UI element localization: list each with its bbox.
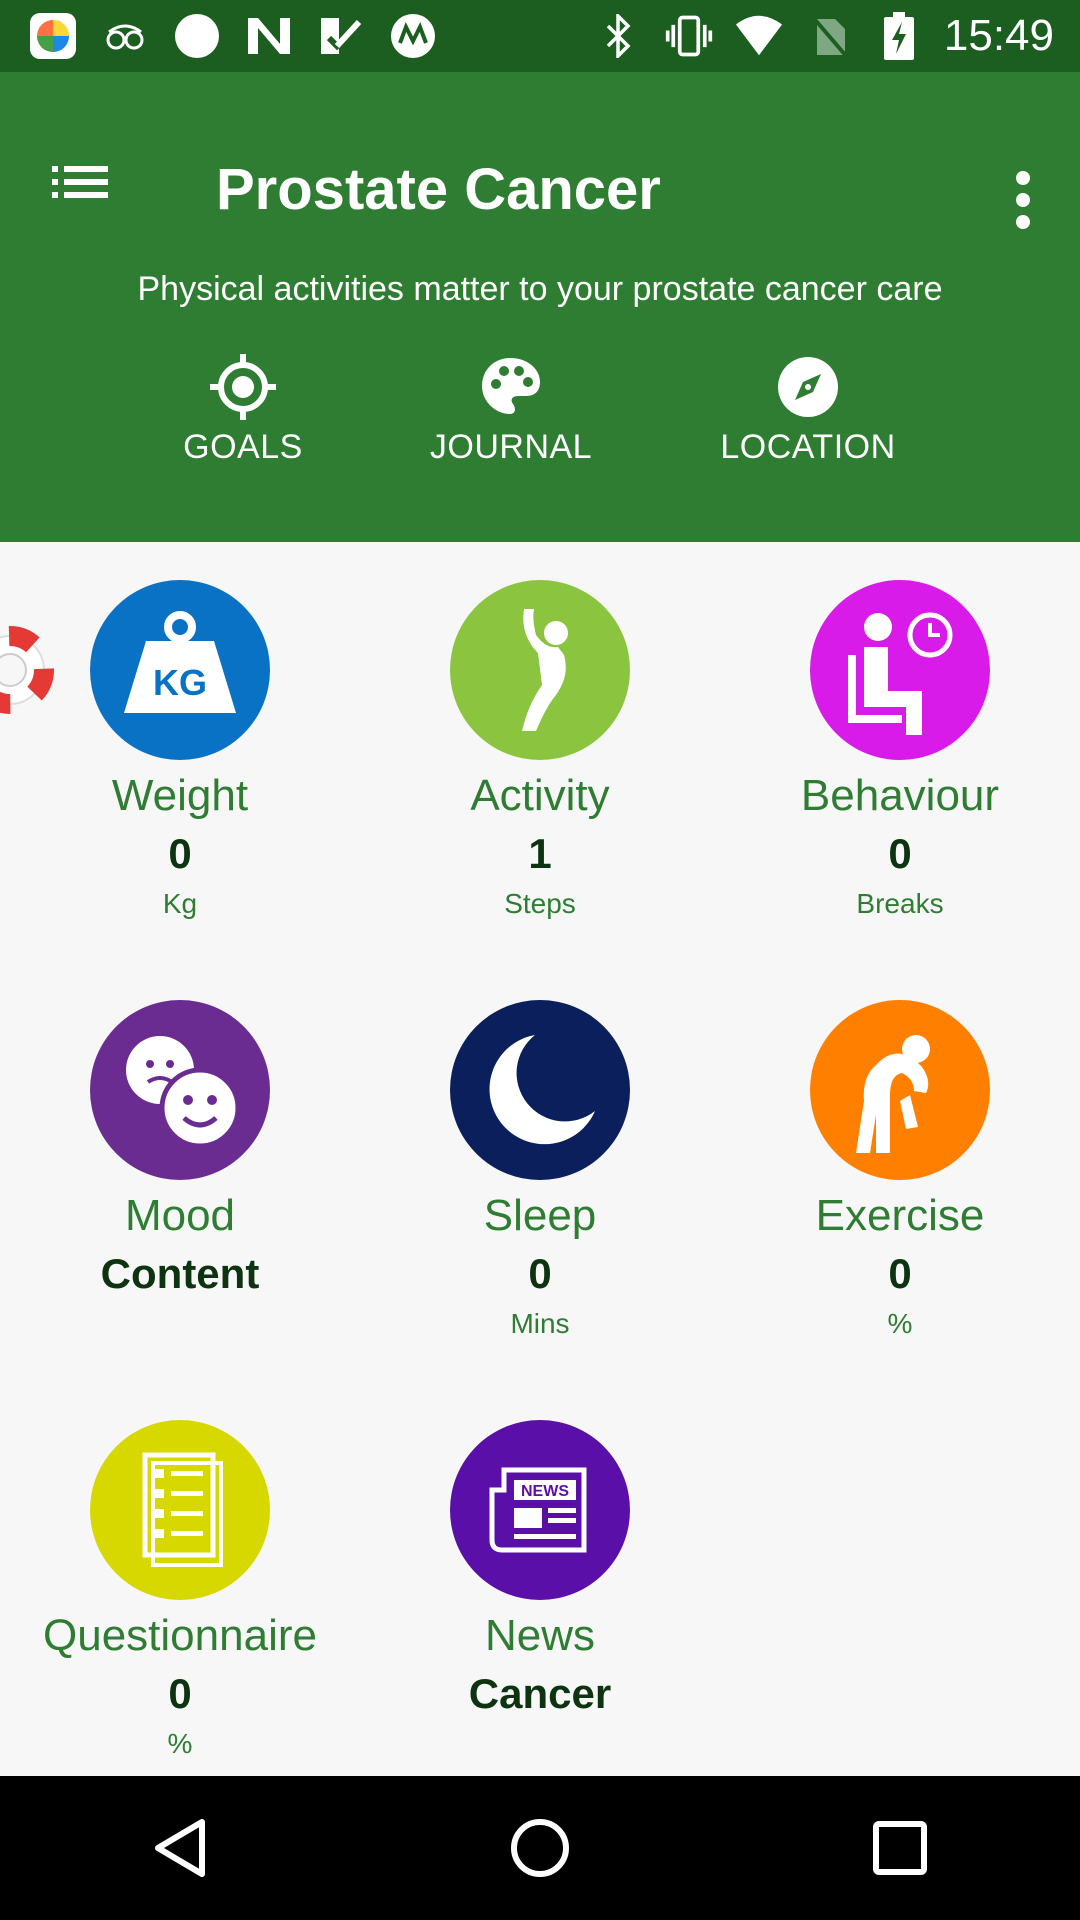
news-tile[interactable]: NEWS News Cancer [380,1420,700,1724]
behaviour-tile[interactable]: Behaviour 0 Breaks [740,580,1060,924]
home-icon [511,1819,569,1877]
bluetooth-icon [594,11,644,61]
status-bar: 15:49 [0,0,1080,72]
system-nav-bar [0,1776,1080,1920]
recents-icon [873,1821,927,1875]
stretch-person-icon [810,1000,990,1180]
no-sim-icon [804,11,854,61]
goals-label: GOALS [183,428,303,466]
tile-value: 0 [168,830,192,877]
vibrate-icon [664,11,714,61]
app-icon [28,11,78,61]
goals-button[interactable]: GOALS [133,352,353,467]
tile-name: Behaviour [800,771,1000,820]
clock: 15:49 [943,11,1054,60]
weight-tile[interactable]: KG Weight 0 Kg [20,580,340,924]
tile-name: Exercise [815,1191,985,1240]
tile-unit: Mins [510,1308,570,1339]
tile-value: 0 [168,1670,192,1717]
back-icon [155,1819,205,1877]
glasses-icon [100,11,150,61]
menu-button[interactable] [50,162,120,222]
tile-name: Activity [470,771,610,820]
m-icon [388,11,438,61]
activity-tile[interactable]: Activity 1 Steps [380,580,700,924]
tile-value: 1 [528,830,552,877]
journal-label: JOURNAL [429,428,593,466]
wifi-icon [734,11,784,61]
tile-name: Mood [124,1191,236,1240]
palette-icon [476,352,546,422]
subtitle: Physical activities matter to your prost… [137,270,943,308]
more-vert-icon [1016,171,1030,229]
list-icon [52,166,108,198]
target-icon [208,352,278,422]
journal-button[interactable]: JOURNAL [401,352,621,467]
exercise-tile[interactable]: Exercise 0 % [740,1000,1060,1344]
tile-unit: Kg [162,888,198,919]
mood-faces-icon [90,1000,270,1180]
tile-unit: Breaks [856,888,944,919]
location-label: LOCATION [720,428,896,466]
tile-name: Weight [111,771,249,820]
back-button[interactable] [135,1803,225,1893]
battery-charging-icon [874,11,924,61]
circle-icon [172,11,222,61]
page-title: Prostate Cancer [216,157,661,222]
location-button[interactable]: LOCATION [698,352,918,467]
more-options-button[interactable] [1008,164,1038,234]
questionnaire-tile[interactable]: Questionnaire 0 % [20,1420,340,1764]
activity-person-icon [450,580,630,760]
app-bar: Prostate Cancer Physical activities matt… [0,72,1080,542]
sleep-tile[interactable]: Sleep 0 Mins [380,1000,700,1344]
tile-value: Cancer [468,1670,612,1717]
mood-tile[interactable]: Mood Content [20,1000,340,1304]
recents-button[interactable] [855,1803,945,1893]
tile-unit: % [887,1308,913,1339]
checklist-icon [90,1420,270,1600]
tile-unit: % [167,1728,193,1759]
svg-text:KG: KG [153,662,207,703]
kg-weight-icon: KG [90,580,270,760]
check-icon [316,11,366,61]
tile-value: Content [100,1250,260,1297]
tile-value: 0 [888,1250,912,1297]
tile-name: Questionnaire [43,1611,317,1660]
news-icon: NEWS [450,1420,630,1600]
tile-unit: Steps [504,888,576,919]
compass-icon [773,352,843,422]
sitting-clock-icon [810,580,990,760]
tile-name: Sleep [483,1191,597,1240]
tile-value: 0 [528,1250,552,1297]
n-icon [244,11,294,61]
moon-icon [450,1000,630,1180]
tile-value: 0 [888,830,912,877]
home-button[interactable] [495,1803,585,1893]
tile-name: News [484,1611,596,1660]
svg-text:NEWS: NEWS [521,1483,569,1500]
